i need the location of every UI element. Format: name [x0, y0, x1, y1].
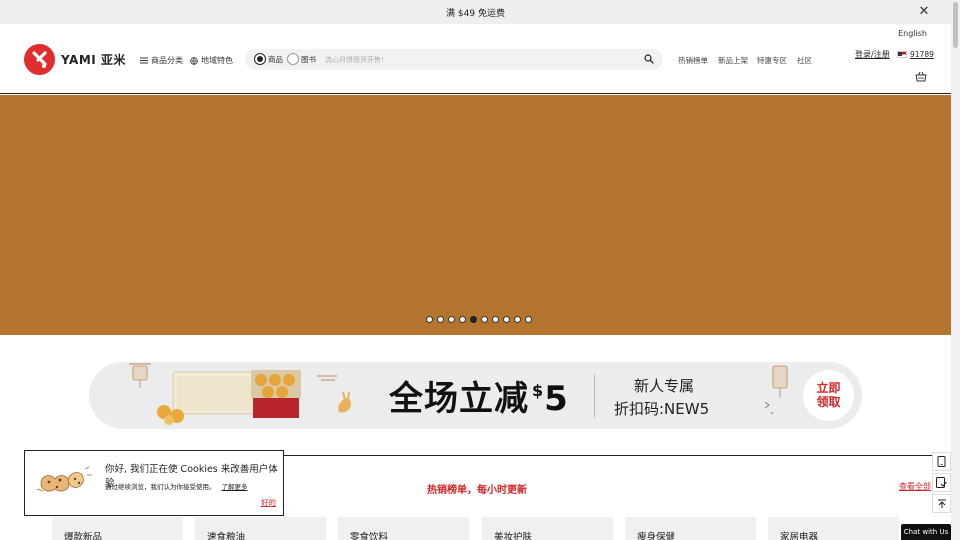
search-option-products-radio[interactable]	[254, 53, 266, 65]
promo-divider	[594, 374, 595, 418]
cookie-learn-more-link[interactable]: 了解更多	[222, 483, 248, 491]
chat-button[interactable]: Chat with Us	[901, 524, 951, 540]
yami-logo-icon	[24, 44, 55, 75]
search-input[interactable]	[325, 52, 635, 67]
new-user-promo-banner[interactable]: 全场立减 $5 新人专属 折扣码:NEW5 立即领取	[89, 362, 862, 429]
carousel-dot[interactable]	[459, 316, 466, 323]
checklist-icon[interactable]	[932, 473, 951, 492]
category-tab-instant-food[interactable]: 速食粮油	[195, 517, 326, 540]
free-shipping-bar: 满 $49 免运费 ✕	[0, 0, 951, 24]
search-option-products-label: 商品	[268, 55, 283, 64]
carousel-dot[interactable]	[525, 316, 532, 323]
scrollbar-thumb[interactable]	[953, 2, 958, 48]
language-switch[interactable]: English	[898, 29, 927, 38]
view-all-link[interactable]: 查看全部	[899, 481, 931, 492]
carousel-dot[interactable]	[448, 316, 455, 323]
category-tab-snacks-drinks[interactable]: 零食饮料	[338, 517, 469, 540]
search-option-books-radio[interactable]	[287, 53, 299, 65]
carousel-dot[interactable]	[514, 316, 521, 323]
back-to-top-icon[interactable]	[932, 494, 951, 513]
logo[interactable]: YAMI 亚米	[24, 44, 126, 75]
category-tab-home-appliances[interactable]: 家居电器	[768, 517, 899, 540]
page: 满 $49 免运费 ✕ YAMI 亚米 English 商品分类 地域特色 商品	[0, 0, 960, 540]
link-new-arrivals[interactable]: 新品上架	[718, 55, 748, 66]
page-scrollbar[interactable]	[951, 0, 960, 540]
carousel-dot[interactable]	[426, 316, 433, 323]
category-tab-beauty[interactable]: 美妆护肤	[482, 517, 613, 540]
promo-amount: 5	[544, 379, 569, 419]
category-tab-health[interactable]: 瘦身保健	[625, 517, 756, 540]
bestsellers-title: 热销榜单，每小时更新	[427, 485, 527, 496]
carousel-dot[interactable]	[492, 316, 499, 323]
cookie-illustration	[36, 466, 92, 492]
close-icon[interactable]: ✕	[917, 5, 931, 19]
promo-headline-wrap: 全场立减 $5	[389, 371, 569, 420]
brand-name: YAMI 亚米	[61, 53, 126, 67]
carousel-dot[interactable]	[481, 316, 488, 323]
hero-carousel[interactable]	[0, 95, 951, 335]
cart-icon[interactable]	[915, 71, 927, 82]
link-bestsellers[interactable]: 热销榜单	[678, 55, 708, 66]
cookie-ok-button[interactable]: 好的	[261, 497, 276, 508]
claim-coupon-label: 立即领取	[816, 381, 841, 409]
carousel-dot-active[interactable]	[470, 316, 477, 323]
promo-new-user-label: 新人专属	[634, 377, 695, 395]
link-deals[interactable]: 特惠专区	[757, 55, 787, 66]
promo-headline: 全场立减	[389, 379, 529, 419]
cookie-text-wrap: 通过继续浏览，我们认为你接受使用。 了解更多	[105, 481, 248, 491]
carousel-dot[interactable]	[437, 316, 444, 323]
cookie-text: 通过继续浏览，我们认为你接受使用。	[105, 483, 216, 491]
search-option-books-label: 图书	[301, 55, 316, 64]
free-shipping-text: 满 $49 免运费	[446, 8, 505, 19]
us-flag-icon	[897, 51, 907, 58]
header: YAMI 亚米 English 商品分类 地域特色 商品 图书 热销榜单 新品上…	[0, 24, 951, 94]
zip-code: 91789	[910, 50, 934, 59]
menu-icon	[140, 57, 148, 64]
zip-selector[interactable]: 91789	[897, 50, 934, 59]
link-community[interactable]: 社区	[797, 55, 812, 66]
lantern-right-illustration	[765, 365, 788, 415]
carousel-dots	[426, 316, 532, 323]
search-bar: 商品 图书	[245, 49, 663, 70]
cookie-notice: 你好, 我们正在使 Cookies 来改善用户体验 通过继续浏览，我们认为你接受…	[24, 450, 284, 516]
nav-categories[interactable]: 商品分类	[140, 55, 183, 66]
category-tab-hot-new[interactable]: 爆款新品	[52, 517, 183, 540]
nav-regional[interactable]: 地域特色	[190, 55, 233, 66]
promo-currency: $	[532, 381, 545, 400]
carousel-dot[interactable]	[503, 316, 510, 323]
mooncake-gift-box-illustration	[129, 363, 351, 425]
globe-icon	[190, 56, 198, 65]
search-icon[interactable]	[644, 54, 654, 64]
tablet-icon[interactable]	[932, 452, 951, 471]
promo-code-label: 折扣码:NEW5	[614, 400, 710, 418]
nav-categories-label: 商品分类	[151, 56, 183, 65]
login-register-link[interactable]: 登录/注册	[855, 49, 890, 60]
claim-coupon-button[interactable]: 立即领取	[803, 370, 854, 421]
nav-regional-label: 地域特色	[201, 56, 233, 65]
